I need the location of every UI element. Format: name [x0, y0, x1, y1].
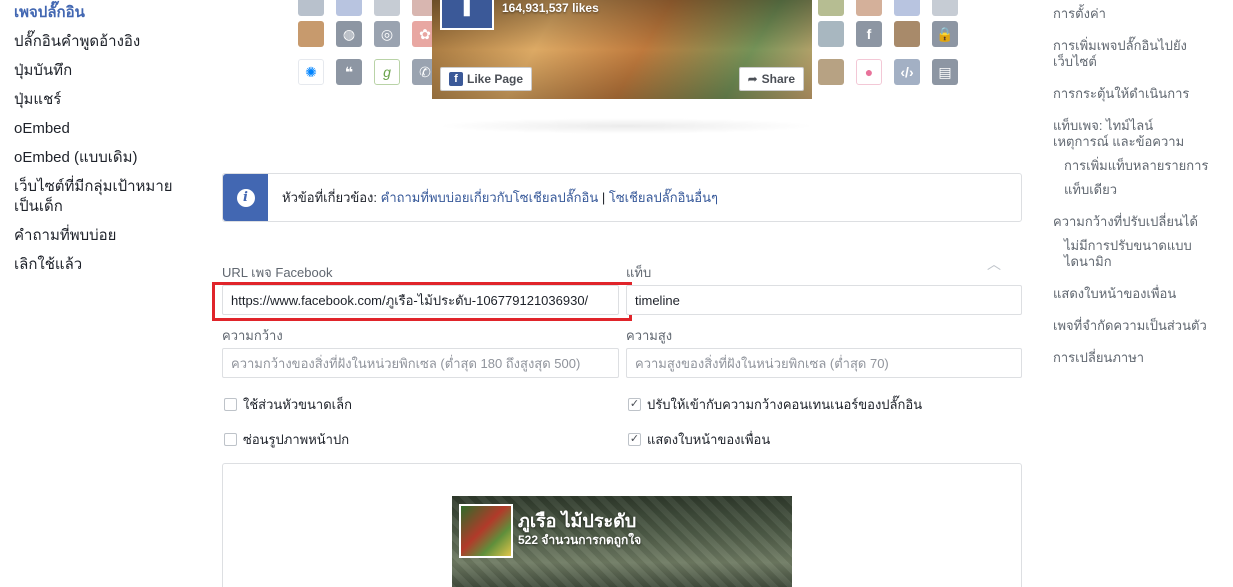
share-label: Share	[761, 72, 795, 86]
show-faces-option[interactable]: ✓ แสดงใบหน้าของเพื่อน	[628, 429, 770, 450]
tabs-label: แท็บ	[626, 265, 652, 280]
nav-item-deprecated[interactable]: เลิกใช้แล้ว	[14, 255, 194, 275]
toc-restricted-pages[interactable]: เพจที่จำกัดความเป็นส่วนตัว	[1053, 318, 1223, 334]
nav-item-oembed[interactable]: oEmbed	[14, 119, 194, 139]
app-icon	[374, 0, 400, 16]
adapt-width-label: ปรับให้เข้ากับความกว้างคอนเทนเนอร์ของปลั…	[647, 397, 923, 412]
like-page-button[interactable]: f Like Page	[440, 67, 533, 91]
location-pin-icon: ●	[856, 59, 882, 85]
toc-call-to-action[interactable]: การกระตุ้นให้ดำเนินการ	[1053, 86, 1223, 102]
faq-link[interactable]: คำถามที่พบบ่อยเกี่ยวกับโซเชียลปลั๊กอิน	[381, 190, 599, 205]
info-icon: i	[236, 188, 255, 207]
embedded-page-plugin[interactable]: ภูเรือ ไม้ประดับ 522 จำนวนการกดถูกใจ	[452, 496, 792, 587]
like-page-label: Like Page	[467, 72, 524, 86]
quote-icon: ❝	[336, 59, 362, 85]
right-toc: การตั้งค่า การเพิ่มเพจปลั๊กอินไปยังเว็บไ…	[1053, 6, 1223, 382]
avatar-icon	[298, 21, 324, 47]
app-icon	[818, 21, 844, 47]
code-icon: ‹/›	[894, 59, 920, 85]
app-icon	[818, 0, 844, 16]
messenger-icon: ✺	[298, 59, 324, 85]
lock-icon: 🔒	[932, 21, 958, 47]
small-header-label: ใช้ส่วนหัวขนาดเล็ก	[243, 397, 352, 412]
adapt-width-checkbox[interactable]: ✓	[628, 398, 641, 411]
likes-count: 164,931,537 likes	[502, 1, 599, 15]
adapt-width-option[interactable]: ✓ ปรับให้เข้ากับความกว้างคอนเทนเนอร์ของป…	[628, 394, 922, 415]
chat-icon: ▤	[932, 59, 958, 85]
facebook-icon: f	[856, 21, 882, 47]
toc-adaptive-width[interactable]: ความกว้างที่ปรับเปลี่ยนได้	[1053, 214, 1223, 230]
toc-multiple-tabs[interactable]: การเพิ่มแท็บหลายรายการ	[1064, 158, 1223, 174]
toc-single-tab[interactable]: แท็บเดียว	[1064, 182, 1223, 198]
nav-item-page-plugin[interactable]: เพจปลั๊กอิน	[14, 3, 194, 23]
facebook-logo: f	[440, 0, 494, 30]
toc-changing-language[interactable]: การเปลี่ยนภาษา	[1053, 350, 1223, 366]
page-profile-picture[interactable]	[459, 504, 513, 558]
width-label: ความกว้าง	[222, 328, 283, 343]
script-icon: g	[374, 59, 400, 85]
nav-item-share-button[interactable]: ปุ่มแชร์	[14, 90, 194, 110]
url-highlight-box	[212, 282, 632, 321]
toc-page-tabs[interactable]: แท็บเพจ: ไทม์ไลน์ เหตุการณ์ และข้อความ	[1053, 118, 1203, 150]
toc-settings[interactable]: การตั้งค่า	[1053, 6, 1223, 22]
toc-show-friends-faces[interactable]: แสดงใบหน้าของเพื่อน	[1053, 286, 1223, 302]
tabs-input[interactable]: timeline	[626, 285, 1022, 315]
app-icon	[894, 0, 920, 16]
app-icon	[932, 0, 958, 16]
link-separator: |	[598, 190, 609, 205]
chevron-up-icon[interactable]: ︿	[987, 257, 1001, 271]
small-header-checkbox[interactable]	[224, 398, 237, 411]
related-topics-text: หัวข้อที่เกี่ยวข้อง: คำถามที่พบบ่อยเกี่ย…	[282, 187, 718, 208]
toc-adding-plugin[interactable]: การเพิ่มเพจปลั๊กอินไปยังเว็บไซต์	[1053, 38, 1203, 70]
info-icon-column: i	[223, 174, 268, 221]
hide-cover-checkbox[interactable]	[224, 433, 237, 446]
badge-icon: ◎	[374, 21, 400, 47]
preview-shadow	[436, 118, 816, 134]
height-label: ความสูง	[626, 328, 673, 343]
globe-icon: ◍	[336, 21, 362, 47]
avatar-icon	[894, 21, 920, 47]
toc-no-dynamic-resize[interactable]: ไม่มีการปรับขนาดแบบไดนามิก	[1064, 238, 1194, 270]
width-input[interactable]: ความกว้างของสิ่งที่ฝังในหน่วยพิกเซล (ต่ำ…	[222, 348, 619, 378]
facebook-icon: f	[449, 72, 463, 86]
left-sidebar: เพจปลั๊กอิน ปลั๊กอินคำพูดอ้างอิง ปุ่มบัน…	[14, 0, 194, 284]
hide-cover-option[interactable]: ซ่อนรูปภาพหน้าปก	[224, 429, 349, 450]
nav-item-save-button[interactable]: ปุ่มบันทึก	[14, 61, 194, 81]
nav-item-oembed-legacy[interactable]: oEmbed (แบบเดิม)	[14, 148, 194, 168]
small-header-option[interactable]: ใช้ส่วนหัวขนาดเล็ก	[224, 394, 352, 415]
app-icon	[818, 59, 844, 85]
nav-item-faq[interactable]: คำถามที่พบบ่อย	[14, 226, 194, 246]
app-icon	[336, 0, 362, 16]
other-plugins-link[interactable]: โซเชียลปลั๊กอินอื่นๆ	[609, 190, 718, 205]
share-button[interactable]: ➦ Share	[738, 67, 804, 91]
page-likes-count: 522 จำนวนการกดถูกใจ	[518, 533, 642, 547]
show-faces-checkbox[interactable]: ✓	[628, 433, 641, 446]
nav-item-child-directed-sites[interactable]: เว็บไซต์ที่มีกลุ่มเป้าหมายเป็นเด็ก	[14, 177, 184, 217]
height-input[interactable]: ความสูงของสิ่งที่ฝังในหน่วยพิกเซล (ต่ำสุ…	[626, 348, 1022, 378]
hide-cover-label: ซ่อนรูปภาพหน้าปก	[243, 432, 350, 447]
nav-item-quote-plugin[interactable]: ปลั๊กอินคำพูดอ้างอิง	[14, 32, 194, 52]
share-icon: ➦	[747, 72, 758, 86]
app-icon	[856, 0, 882, 16]
app-icon	[298, 0, 324, 16]
related-topics-prefix: หัวข้อที่เกี่ยวข้อง:	[282, 190, 381, 205]
related-topics-box: i หัวข้อที่เกี่ยวข้อง: คำถามที่พบบ่อยเกี…	[222, 173, 1022, 222]
facebook-page-preview: f 164,931,537 likes f Like Page ➦ Share	[432, 0, 812, 99]
url-label: URL เพจ Facebook	[222, 265, 333, 280]
show-faces-label: แสดงใบหน้าของเพื่อน	[647, 432, 771, 447]
